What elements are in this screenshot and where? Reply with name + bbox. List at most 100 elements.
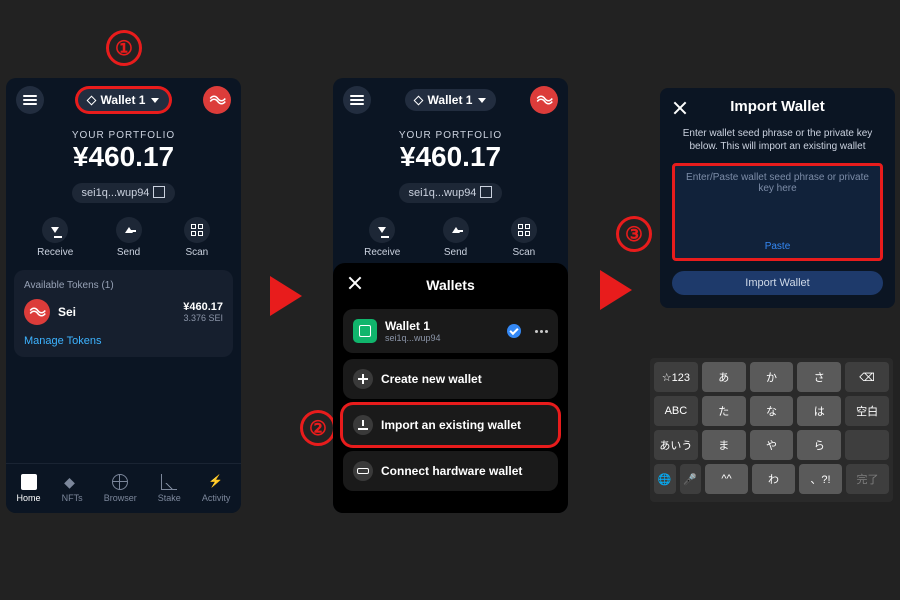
copy-icon: [155, 188, 165, 198]
paste-button[interactable]: Paste: [681, 241, 874, 252]
hardware-wallet-button[interactable]: Connect hardware wallet: [343, 451, 558, 491]
chevron-down-icon: [478, 98, 486, 103]
key-ya[interactable]: や: [750, 430, 794, 460]
key-blank[interactable]: [845, 430, 889, 460]
scan-label: Scan: [185, 247, 208, 258]
key-mode-num[interactable]: ☆123: [654, 362, 698, 392]
download-icon: [358, 420, 368, 430]
portfolio-amount: ¥460.17: [333, 141, 568, 173]
key-punct[interactable]: 、?!: [799, 464, 842, 494]
key-backspace[interactable]: ⌫: [845, 362, 889, 392]
portfolio-label: YOUR PORTFOLIO: [333, 130, 568, 141]
key-sa[interactable]: さ: [797, 362, 841, 392]
menu-button[interactable]: [343, 86, 371, 114]
address-chip[interactable]: sei1q...wup94: [72, 183, 176, 203]
phone-screen-2: Wallet 1 YOUR PORTFOLIO ¥460.17 sei1q...…: [333, 78, 568, 513]
key-mic[interactable]: 🎤: [680, 464, 702, 494]
tab-home-label: Home: [17, 493, 41, 503]
manage-tokens-link[interactable]: Manage Tokens: [24, 335, 223, 347]
arrow-right-icon: [270, 276, 302, 316]
key-smallkana[interactable]: ^^: [705, 464, 748, 494]
tab-nfts-label: NFTs: [62, 493, 83, 503]
key-ka[interactable]: か: [750, 362, 794, 392]
key-ra[interactable]: ら: [797, 430, 841, 460]
key-ta[interactable]: た: [702, 396, 746, 426]
key-a[interactable]: あ: [702, 362, 746, 392]
key-wa[interactable]: わ: [752, 464, 795, 494]
wallet-row-addr: sei1q...wup94: [385, 333, 441, 343]
wallets-sheet: Wallets Wallet 1 sei1q...wup94 Create ne…: [333, 263, 568, 513]
receive-button[interactable]: Receive: [37, 217, 73, 258]
token-fiat: ¥460.17: [183, 301, 223, 313]
tab-browser[interactable]: Browser: [104, 474, 137, 503]
wallet-name: Wallet 1: [428, 93, 473, 107]
usb-icon: [357, 468, 369, 474]
wallet-selector[interactable]: Wallet 1: [405, 89, 497, 111]
tab-stake-label: Stake: [158, 493, 181, 503]
address-chip[interactable]: sei1q...wup94: [399, 183, 503, 203]
scan-button[interactable]: Scan: [511, 217, 537, 258]
key-globe[interactable]: 🌐: [654, 464, 676, 494]
receive-label: Receive: [37, 247, 73, 258]
scan-label: Scan: [512, 247, 535, 258]
tab-activity[interactable]: Activity: [202, 474, 231, 503]
download-icon: [51, 227, 59, 233]
sei-logo-icon[interactable]: [203, 86, 231, 114]
wallet-row-name: Wallet 1: [385, 319, 441, 333]
import-title: Import Wallet: [730, 98, 824, 115]
send-button[interactable]: Send: [116, 217, 142, 258]
chart-icon: [161, 474, 177, 490]
seed-phrase-input[interactable]: Enter/Paste wallet seed phrase or privat…: [672, 163, 883, 261]
diamond-icon: [413, 95, 423, 105]
key-ma[interactable]: ま: [702, 430, 746, 460]
key-ha[interactable]: は: [797, 396, 841, 426]
hardware-wallet-label: Connect hardware wallet: [381, 464, 522, 478]
tab-home[interactable]: Home: [17, 474, 41, 503]
close-icon[interactable]: [672, 100, 688, 116]
close-icon[interactable]: [347, 275, 363, 291]
bolt-icon: [208, 474, 224, 490]
wallet-row-current[interactable]: Wallet 1 sei1q...wup94: [343, 309, 558, 353]
key-space[interactable]: 空白: [845, 396, 889, 426]
token-row-sei[interactable]: Sei ¥460.17 3.376 SEI: [24, 299, 223, 325]
key-done[interactable]: 完了: [846, 464, 889, 494]
plus-icon: [358, 374, 368, 384]
checkmark-icon: [507, 324, 521, 338]
key-mode-kana[interactable]: あいう: [654, 430, 698, 460]
portfolio-label: YOUR PORTFOLIO: [6, 130, 241, 141]
import-wallet-button[interactable]: Import an existing wallet: [343, 405, 558, 445]
step-2-badge: ②: [300, 410, 336, 446]
tab-stake[interactable]: Stake: [158, 474, 181, 503]
create-wallet-button[interactable]: Create new wallet: [343, 359, 558, 399]
wallet-selector[interactable]: Wallet 1: [78, 89, 170, 111]
more-icon[interactable]: [535, 330, 548, 333]
tab-nfts[interactable]: NFTs: [62, 474, 83, 503]
arrow-right-icon: [600, 270, 632, 310]
wallet-avatar-icon: [353, 319, 377, 343]
qr-icon: [191, 224, 203, 236]
receive-button[interactable]: Receive: [364, 217, 400, 258]
token-name: Sei: [58, 305, 76, 319]
address-text: sei1q...wup94: [82, 187, 150, 199]
import-submit-button[interactable]: Import Wallet: [672, 271, 883, 295]
tab-browser-label: Browser: [104, 493, 137, 503]
menu-button[interactable]: [16, 86, 44, 114]
scan-button[interactable]: Scan: [184, 217, 210, 258]
key-na[interactable]: な: [750, 396, 794, 426]
copy-icon: [482, 188, 492, 198]
hamburger-icon: [23, 95, 37, 105]
step-3-badge: ③: [616, 216, 652, 252]
send-button[interactable]: Send: [443, 217, 469, 258]
download-icon: [378, 227, 386, 233]
token-native: 3.376 SEI: [183, 313, 223, 323]
key-mode-abc[interactable]: ABC: [654, 396, 698, 426]
import-wallet-label: Import an existing wallet: [381, 418, 521, 432]
tokens-header: Available Tokens (1): [24, 280, 223, 291]
wallets-sheet-title: Wallets: [426, 277, 475, 293]
seed-placeholder: Enter/Paste wallet seed phrase or privat…: [681, 172, 874, 194]
tab-activity-label: Activity: [202, 493, 231, 503]
sei-logo-icon[interactable]: [530, 86, 558, 114]
home-icon: [21, 474, 37, 490]
hamburger-icon: [350, 95, 364, 105]
soft-keyboard: ☆123 あ か さ ⌫ ABC た な は 空白 あいう ま や ら 🌐 🎤 …: [650, 358, 893, 502]
